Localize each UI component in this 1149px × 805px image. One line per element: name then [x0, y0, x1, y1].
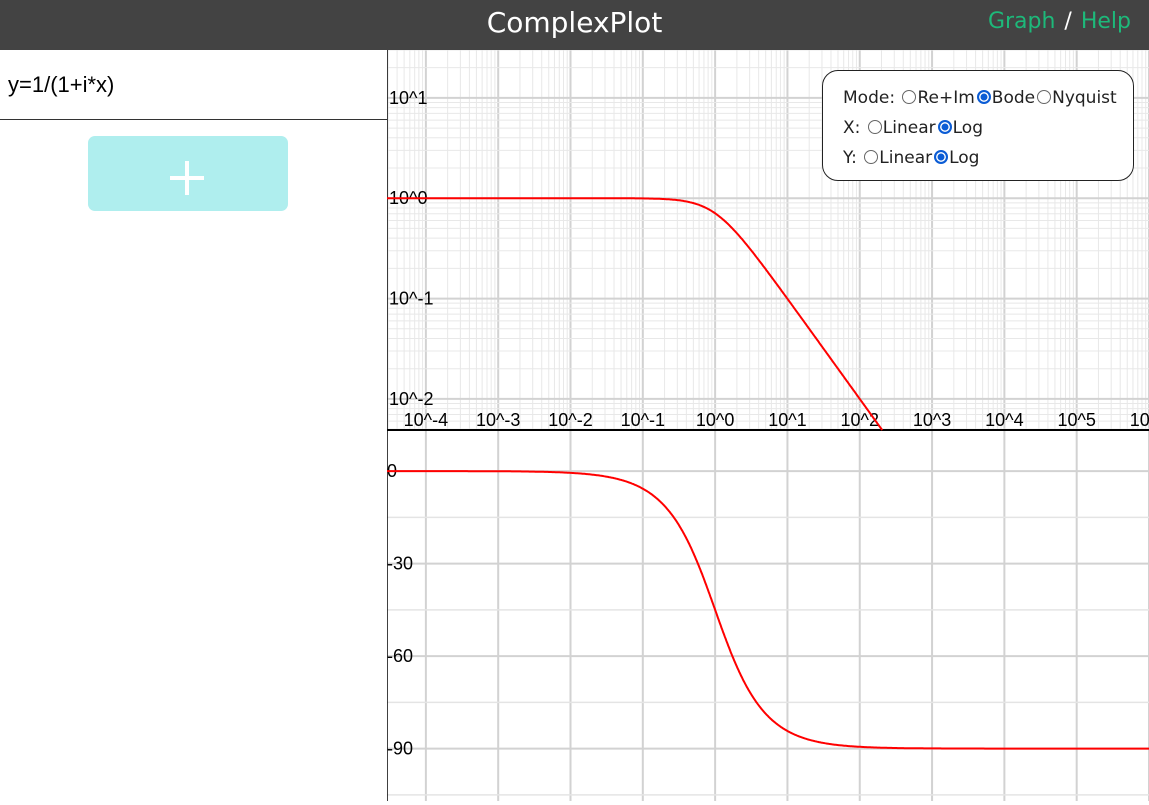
add-expression-button[interactable] [88, 136, 288, 211]
y-linear-label[interactable]: Linear [879, 148, 932, 168]
mode-row: Mode: Re+Im Bode Nyquist [843, 83, 1133, 113]
mode-nyquist-label[interactable]: Nyquist [1052, 88, 1117, 108]
x-tick-label: 10^3 [913, 410, 951, 430]
nav-separator: / [1064, 9, 1072, 34]
x-tick-label: 10^4 [985, 410, 1023, 430]
x-linear-radio[interactable] [867, 120, 882, 134]
x-scale-row: X: Linear Log [843, 113, 1133, 143]
phase-y-tick-label: -90 [387, 739, 413, 759]
magnitude-y-tick-label: 10^1 [389, 88, 427, 108]
y-log-radio[interactable] [934, 150, 949, 164]
sidebar [0, 50, 387, 801]
x-tick-label: 10^2 [841, 410, 879, 430]
mode-reim-label[interactable]: Re+Im [917, 88, 974, 108]
expression-input[interactable] [0, 50, 380, 119]
mode-label: Mode: [843, 88, 896, 108]
y-scale-label: Y: [843, 148, 857, 168]
app-title: ComplexPlot [486, 6, 663, 39]
x-tick-label: 10^6 [1130, 410, 1149, 430]
y-scale-row: Y: Linear Log [843, 143, 1133, 173]
x-tick-label: 10^-3 [476, 410, 520, 430]
magnitude-y-tick-label: 10^-1 [389, 289, 433, 309]
x-tick-label: 10^-2 [548, 410, 592, 430]
x-scale-label: X: [843, 118, 861, 138]
y-log-label[interactable]: Log [949, 148, 979, 168]
x-tick-label: 10^-4 [404, 410, 448, 430]
mode-bode-radio[interactable] [976, 90, 991, 104]
expression-row [0, 50, 387, 120]
x-tick-label: 10^-1 [621, 410, 665, 430]
settings-panel: Mode: Re+Im Bode Nyquist X: Linear Log Y: L… [822, 70, 1134, 181]
x-log-radio[interactable] [937, 120, 952, 134]
x-tick-label: 10^1 [768, 410, 806, 430]
x-linear-label[interactable]: Linear [883, 118, 936, 138]
phase-y-tick-label: -30 [387, 554, 413, 574]
mode-bode-label[interactable]: Bode [992, 88, 1035, 108]
nav-graph-link[interactable]: Graph [988, 9, 1055, 34]
nav-help-link[interactable]: Help [1081, 9, 1131, 34]
top-nav: Graph / Help [988, 0, 1131, 44]
mode-reim-radio[interactable] [902, 90, 917, 104]
x-tick-label: 10^0 [696, 410, 734, 430]
mode-nyquist-radio[interactable] [1037, 90, 1052, 104]
x-tick-label: 10^5 [1057, 410, 1095, 430]
top-bar: ComplexPlot Graph / Help [0, 0, 1149, 50]
magnitude-y-tick-label: 10^-2 [389, 389, 433, 409]
phase-y-tick-label: -60 [387, 646, 413, 666]
x-log-label[interactable]: Log [953, 118, 983, 138]
y-linear-radio[interactable] [864, 150, 879, 164]
